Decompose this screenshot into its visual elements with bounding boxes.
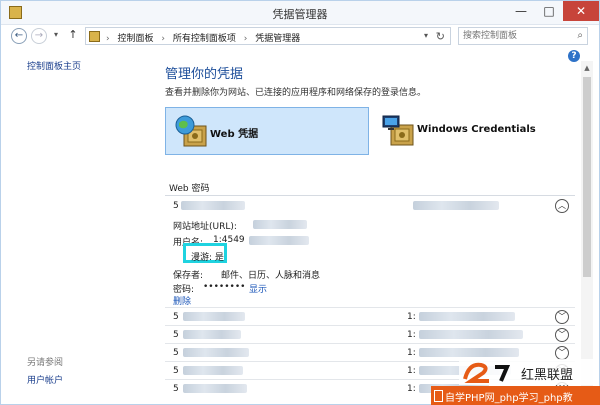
globe-vault-icon: [175, 115, 207, 147]
web-credentials-tile[interactable]: Web 凭据: [165, 107, 369, 155]
watermark-banner: 自学PHP网_php学习_php教: [431, 386, 600, 405]
blurred-url: [253, 220, 307, 229]
credential-row[interactable]: 5 1: ﹀: [165, 307, 575, 325]
credential-user-prefix: 1:: [407, 384, 416, 394]
minimize-button[interactable]: —: [507, 1, 535, 21]
web-passwords-heading: Web 密码: [169, 184, 210, 194]
credential-user-prefix: 1:: [407, 312, 416, 322]
breadcrumb: › 控制面板 › 所有控制面板项 › 凭据管理器: [106, 31, 305, 44]
control-panel-home-link[interactable]: 控制面板主页: [27, 59, 81, 72]
credential-site-prefix: 5: [173, 312, 179, 322]
blurred-user: [419, 312, 515, 321]
search-input[interactable]: [463, 30, 567, 42]
saved-by-value: 邮件、日历、人脉和消息: [221, 271, 321, 281]
computer-vault-icon: [382, 115, 414, 146]
sidebar: 控制面板主页 另请参阅 用户帐户: [1, 47, 151, 405]
roaming-label: 漫游: 是: [191, 253, 224, 263]
blurred-user: [419, 348, 519, 357]
credential-site-prefix: 5: [173, 384, 179, 394]
breadcrumb-all-items[interactable]: 所有控制面板项: [173, 34, 236, 44]
back-button[interactable]: ←: [11, 28, 27, 44]
credential-user-prefix: 1:: [407, 366, 416, 376]
credential-user-prefix: 1:: [407, 330, 416, 340]
blurred-site: [183, 312, 245, 321]
control-panel-icon: [89, 31, 100, 42]
title-bar: 凭据管理器 — □ ✕: [1, 1, 599, 25]
blurred-user: [413, 201, 499, 210]
vertical-scrollbar[interactable]: ▲: [581, 61, 593, 401]
url-label: 网站地址(URL):: [173, 222, 237, 232]
expand-chevron-icon[interactable]: ﹀: [555, 310, 569, 324]
saved-by-label: 保存者:: [173, 271, 204, 281]
forward-button[interactable]: →: [31, 28, 47, 44]
scroll-up-icon[interactable]: ▲: [581, 61, 593, 75]
blurred-username: [249, 236, 309, 245]
windows-credentials-tile[interactable]: Windows Credentials: [373, 107, 577, 155]
up-button[interactable]: ↑: [67, 28, 79, 44]
close-button[interactable]: ✕: [563, 1, 599, 21]
web-credentials-label: Web 凭据: [210, 129, 259, 140]
credential-row[interactable]: 5 1: ﹀: [165, 325, 575, 343]
credential-user-prefix: 1:: [407, 348, 416, 358]
breadcrumb-separator: ›: [161, 34, 165, 44]
blurred-site: [183, 330, 241, 339]
credential-manager-window: 凭据管理器 — □ ✕ ← → ▾ ↑ › 控制面板 › 所有控制面板项 › 凭…: [0, 0, 600, 405]
watermark-page-icon: [434, 390, 443, 402]
breadcrumb-separator: ›: [243, 34, 248, 44]
breadcrumb-control-panel[interactable]: 控制面板: [117, 34, 153, 44]
blurred-site: [183, 384, 247, 393]
breadcrumb-separator: ›: [106, 34, 110, 44]
password-value: ••••••••: [203, 282, 246, 292]
expanded-credential-row[interactable]: 5 ︿: [165, 197, 575, 215]
blurred-site: [183, 366, 243, 375]
main-content: 管理你的凭据 查看并删除你为网站、已连接的应用程序和网络保存的登录信息。 Web…: [151, 47, 581, 405]
scrollbar-thumb[interactable]: [583, 77, 591, 277]
credential-site-prefix: 5: [173, 348, 179, 358]
refresh-icon[interactable]: ↻: [436, 30, 445, 43]
watermark-banner-text: 自学PHP网_php学习_php教: [445, 393, 573, 404]
collapse-chevron-icon[interactable]: ︿: [555, 199, 569, 213]
credential-site-prefix: 5: [173, 366, 179, 376]
watermark-logo-text: 红黑联盟: [521, 367, 573, 383]
page-title: 管理你的凭据: [165, 67, 244, 82]
blurred-user: [419, 330, 523, 339]
expand-chevron-icon[interactable]: ﹀: [555, 328, 569, 342]
address-dropdown-icon[interactable]: ▾: [424, 31, 428, 40]
navigation-bar: ← → ▾ ↑ › 控制面板 › 所有控制面板项 › 凭据管理器 ▾ ↻ ⌕: [1, 25, 599, 47]
breadcrumb-credential-manager[interactable]: 凭据管理器: [255, 34, 300, 44]
credential-site-prefix: 5: [173, 330, 179, 340]
recent-locations-button[interactable]: ▾: [51, 28, 61, 44]
watermark-logo: 红黑联盟: [459, 359, 599, 385]
blurred-site: [183, 348, 249, 357]
page-description: 查看并删除你为网站、已连接的应用程序和网络保存的登录信息。: [165, 88, 427, 98]
windows-credentials-label: Windows Credentials: [417, 124, 536, 135]
show-password-link[interactable]: 显示: [249, 282, 267, 295]
user-accounts-link[interactable]: 用户帐户: [27, 373, 63, 386]
delete-link[interactable]: 删除: [173, 294, 191, 307]
maximize-button[interactable]: □: [535, 1, 563, 21]
see-also-heading: 另请参阅: [27, 358, 64, 368]
section-divider: [165, 195, 575, 196]
search-box[interactable]: ⌕: [458, 27, 588, 45]
blurred-site: [181, 201, 245, 210]
credential-site-prefix: 5: [173, 201, 179, 211]
search-icon[interactable]: ⌕: [577, 30, 583, 41]
address-bar[interactable]: › 控制面板 › 所有控制面板项 › 凭据管理器 ▾ ↻: [85, 27, 451, 45]
